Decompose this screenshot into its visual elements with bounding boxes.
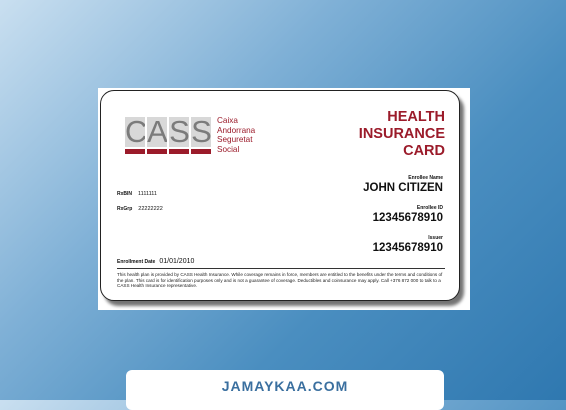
background: C A S S Caixa Andorrana Seguretat Social	[0, 0, 566, 410]
rxgrp-field: RxGrp 22222222	[117, 197, 163, 215]
card-title: HEALTH INSURANCE CARD	[359, 109, 445, 160]
logo-bar	[169, 149, 189, 154]
org-line: Social	[217, 144, 240, 154]
cass-logo: C A S S	[125, 117, 213, 155]
enrollee-name-value: JOHN CITIZEN	[363, 182, 443, 194]
rxgrp-label: RxGrp	[117, 206, 133, 212]
site-name: JAMAYKAA.COM	[221, 378, 349, 394]
enrollment-date-label: Enrollment Date	[117, 259, 156, 265]
enrollee-name-field: Enrollee Name JOHN CITIZEN	[363, 175, 443, 194]
org-line: Andorrana	[217, 125, 256, 135]
divider	[117, 268, 445, 269]
enrollee-id-label: Enrollee ID	[416, 205, 443, 211]
card-image: C A S S Caixa Andorrana Seguretat Social	[98, 88, 470, 310]
organization-name: Caixa Andorrana Seguretat Social	[217, 116, 287, 154]
rxgrp-value: 22222222	[138, 206, 163, 212]
logo-bars	[125, 149, 211, 154]
logo-letter: S	[169, 117, 189, 147]
logo-letter: C	[125, 117, 145, 147]
title-line: HEALTH	[387, 109, 445, 125]
fine-print: This health plan is provided by CASS Hea…	[117, 272, 443, 289]
title-line: CARD	[403, 143, 445, 159]
logo-bar	[125, 149, 145, 154]
enrollment-date-field: Enrollment Date 01/01/2010	[117, 250, 194, 268]
enrollee-id-value: 12345678910	[372, 212, 443, 224]
enrollment-date-value: 01/01/2010	[159, 258, 195, 265]
issuer-value: 12345678910	[372, 242, 443, 254]
enrollee-id-field: Enrollee ID 12345678910	[373, 205, 443, 224]
title-line: INSURANCE	[358, 126, 445, 142]
logo-letter: S	[191, 117, 211, 147]
logo-bar	[191, 149, 211, 154]
issuer-field: Issuer 12345678910	[373, 235, 443, 254]
org-line: Caixa	[217, 116, 238, 125]
insurance-card: C A S S Caixa Andorrana Seguretat Social	[100, 90, 460, 301]
logo-bar	[147, 149, 167, 154]
issuer-label: Issuer	[428, 235, 443, 241]
enrollee-name-label: Enrollee Name	[408, 175, 443, 181]
logo-letter: A	[147, 117, 167, 147]
logo-letters: C A S S	[125, 117, 211, 147]
site-banner: JAMAYKAA.COM	[126, 370, 444, 410]
org-line: Seguretat	[217, 135, 253, 145]
